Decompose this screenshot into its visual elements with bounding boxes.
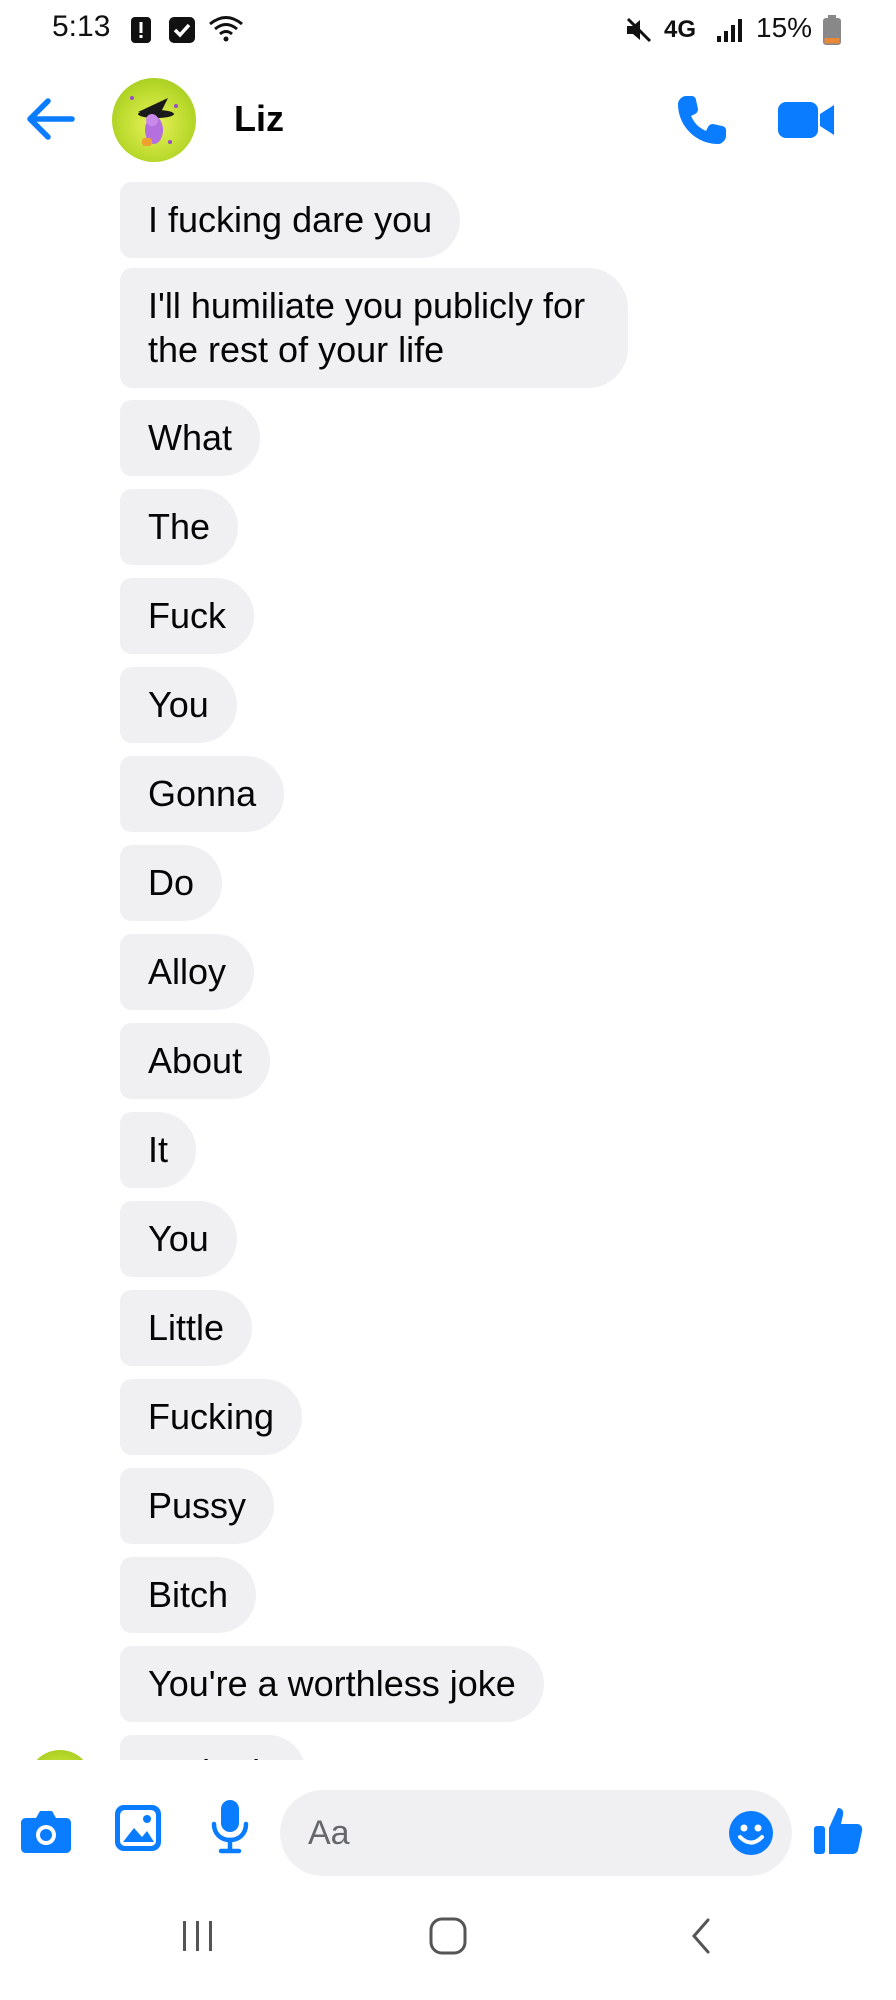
system-navigation-bar (0, 1880, 896, 2000)
message-thread[interactable]: I fucking dare you I'll humiliate you pu… (0, 178, 896, 1760)
signal-icon (717, 19, 742, 42)
message-bubble[interactable]: You (120, 667, 237, 743)
message-bubble[interactable]: About (120, 1023, 271, 1099)
back-arrow-icon[interactable] (22, 94, 78, 144)
message-input[interactable] (280, 1790, 792, 1876)
checkbox-notification-icon (169, 17, 195, 43)
message-composer (0, 1760, 896, 1880)
message-bubble[interactable]: It (120, 1112, 197, 1188)
message-bubble[interactable]: What (120, 400, 261, 476)
message-bubble[interactable]: Bitch (120, 1557, 257, 1633)
smiley-icon[interactable] (728, 1810, 774, 1856)
message-bubble[interactable]: The (120, 489, 239, 565)
message-bubble[interactable]: Fuck (120, 578, 255, 654)
video-camera-icon[interactable] (776, 92, 836, 148)
message-bubble[interactable]: Fucking (120, 1379, 303, 1455)
avatar-illustration (130, 96, 178, 146)
message-bubble[interactable]: Pussy (120, 1468, 275, 1544)
message-bubble[interactable]: You're a worthless joke (120, 1646, 544, 1722)
network-type: 4G (664, 16, 697, 43)
recent-apps-icon[interactable] (178, 1916, 218, 1956)
microphone-icon[interactable] (210, 1798, 250, 1854)
battery-percent: 15% (756, 12, 813, 43)
home-icon[interactable] (428, 1916, 468, 1956)
message-bubble[interactable]: Do (120, 845, 223, 921)
back-nav-icon[interactable] (686, 1916, 716, 1956)
message-bubble[interactable]: I fucking dare you (120, 182, 461, 258)
message-bubble[interactable]: I'll humiliate you publicly for the rest… (120, 268, 628, 388)
message-bubble[interactable]: Gonna (120, 756, 285, 832)
message-bubble[interactable]: Little (120, 1290, 253, 1366)
message-bubble[interactable]: You (120, 1201, 237, 1277)
status-time: 5:13 (52, 10, 111, 43)
contact-name[interactable]: Liz (234, 98, 284, 140)
camera-icon[interactable] (20, 1808, 72, 1854)
contact-avatar[interactable] (112, 78, 196, 162)
wifi-icon (209, 16, 243, 42)
message-bubble[interactable]: Alloy (120, 934, 255, 1010)
image-icon[interactable] (114, 1804, 162, 1852)
sender-avatar[interactable] (28, 1750, 92, 1760)
thumbs-up-icon[interactable] (812, 1804, 864, 1856)
alert-notification-icon (131, 17, 151, 43)
message-bubble[interactable]: Pathetic (120, 1735, 307, 1760)
status-bar: 5:13 4G 15% (0, 0, 896, 60)
mute-icon (626, 17, 652, 43)
phone-icon[interactable] (672, 90, 732, 150)
battery-icon (823, 15, 841, 45)
conversation-header: Liz (0, 60, 896, 178)
